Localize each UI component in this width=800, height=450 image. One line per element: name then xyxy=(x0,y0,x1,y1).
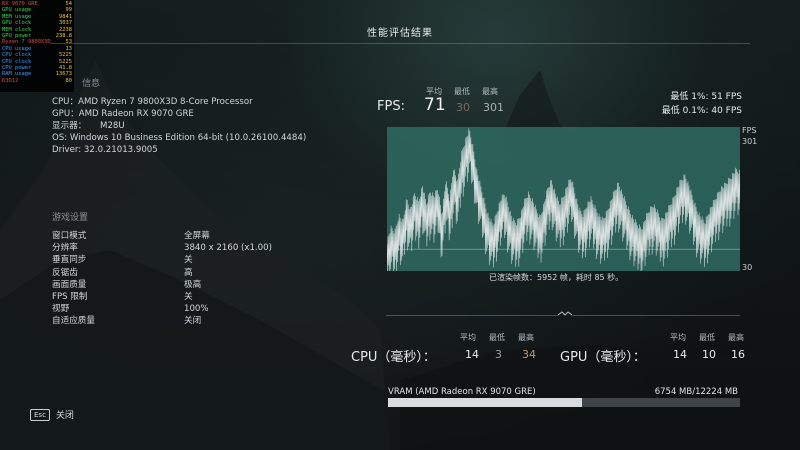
fps-low-01pct: 最低 0.1%: 40 FPS xyxy=(661,106,742,116)
cpu-min-value: 3 xyxy=(495,348,502,361)
game-settings-list: 窗口模式 全屏幕 分辨率 3840 x 2160 (x1.00) 垂直同步关反锯齿高画面… xyxy=(52,230,272,328)
cpu-info: CPU：AMD Ryzen 7 9800X3D 8-Core Processor xyxy=(52,97,253,107)
setting-name: 视野 xyxy=(52,304,70,315)
setting-row: 画面质量 极高 xyxy=(52,279,272,291)
vram-usage-bar xyxy=(388,398,740,407)
gpu-min-value: 10 xyxy=(702,348,716,361)
setting-name: 自适应质量 xyxy=(52,316,95,327)
system-section-label: 信息 xyxy=(82,79,101,89)
cpu-avg-value: 14 xyxy=(465,348,479,361)
setting-row: 分辨率 3840 x 2160 (x1.00) xyxy=(52,242,272,254)
chart-axis-unit: FPS xyxy=(742,126,757,135)
frames-rendered-text: 已渲染帧数：5952 帧，耗时 85 秒。 xyxy=(489,273,624,282)
gpu-avg-value: 14 xyxy=(673,348,687,361)
chart-axis-top: 301 xyxy=(742,137,758,146)
overlay-row: D3D12 80 xyxy=(2,78,72,84)
fps-col-min: 最低 xyxy=(454,87,470,96)
esc-key-icon: Esc xyxy=(30,408,50,421)
fps-average-value: 71 xyxy=(424,95,446,115)
setting-row: 视野 100% xyxy=(52,303,272,315)
hardware-monitor-overlay: RX 9070 GRE 54 GPU usage 99 MEM usage 9841 GPU… xyxy=(0,0,74,92)
fps-max-value: 301 xyxy=(483,101,504,114)
overlay-value: 80 xyxy=(65,77,73,84)
gpu-col-max: 最高 xyxy=(728,333,744,342)
setting-name: FPS 限制 xyxy=(52,292,88,303)
gpu-col-min: 最低 xyxy=(699,333,715,342)
driver-info: Driver: 32.0.21013.9005 xyxy=(52,145,158,156)
fps-col-max: 最高 xyxy=(482,87,498,96)
cpu-stats-title: CPU（毫秒）： xyxy=(351,350,436,365)
setting-row: 垂直同步 关 xyxy=(52,254,272,266)
display-info: 显示器： M28U xyxy=(52,121,125,132)
vram-label: VRAM (AMD Radeon RX 9070 GRE) xyxy=(388,387,536,397)
gpu-max-value: 16 xyxy=(731,348,745,361)
setting-row: 反锯齿 高 xyxy=(52,267,272,279)
setting-value: 关闭 xyxy=(184,316,202,327)
settings-section-label: 游戏设置 xyxy=(52,213,89,223)
title-divider xyxy=(50,43,750,44)
fps-label: FPS: xyxy=(377,99,405,114)
os-info: OS: Windows 10 Business Edition 64-bit (… xyxy=(52,133,307,144)
setting-name: 垂直同步 xyxy=(52,255,87,266)
vram-usage-fill xyxy=(388,398,583,407)
fps-low-1pct: 最低 1%: 51 FPS xyxy=(670,92,742,102)
setting-name: 分辨率 xyxy=(52,243,78,254)
setting-value: 全屏幕 xyxy=(184,231,210,241)
close-label: 关闭 xyxy=(55,411,74,421)
stats-divider-left xyxy=(386,315,558,316)
vram-value: 6754 MB/12224 MB xyxy=(654,387,738,397)
setting-row: 窗口模式 全屏幕 xyxy=(52,230,272,242)
fps-chart xyxy=(387,127,740,271)
setting-value: 100% xyxy=(184,304,209,315)
setting-value: 关 xyxy=(184,255,193,266)
system-info: CPU：AMD Ryzen 7 9800X3D 8-Core Processor… xyxy=(52,96,306,156)
setting-row: 自适应质量 关闭 xyxy=(52,315,272,327)
setting-value: 极高 xyxy=(184,279,202,290)
cpu-col-min: 最低 xyxy=(489,333,505,342)
setting-value: 关 xyxy=(184,292,193,303)
setting-name: 画面质量 xyxy=(52,279,87,290)
setting-value: 高 xyxy=(184,267,193,278)
page-title: 性能评估结果 xyxy=(367,28,433,39)
gpu-info: GPU：AMD Radeon RX 9070 GRE xyxy=(52,109,194,120)
setting-name: 窗口模式 xyxy=(52,231,87,241)
gpu-stats-title: GPU（毫秒）： xyxy=(560,350,646,365)
setting-value: 3840 x 2160 (x1.00) xyxy=(184,243,272,254)
setting-name: 反锯齿 xyxy=(52,267,78,278)
chart-axis-bottom: 30 xyxy=(742,263,753,272)
stats-divider-right xyxy=(572,315,740,316)
cpu-max-value: 34 xyxy=(522,348,536,361)
setting-row: FPS 限制 关 xyxy=(52,291,272,303)
cpu-col-avg: 平均 xyxy=(460,333,476,342)
overlay-key: D3D12 xyxy=(2,77,19,84)
fps-min-value: 30 xyxy=(456,101,470,114)
divider-ornament-icon xyxy=(558,311,572,316)
cpu-col-max: 最高 xyxy=(518,333,534,342)
close-control[interactable]: Esc 关闭 xyxy=(30,408,74,421)
gpu-col-avg: 平均 xyxy=(670,333,686,342)
